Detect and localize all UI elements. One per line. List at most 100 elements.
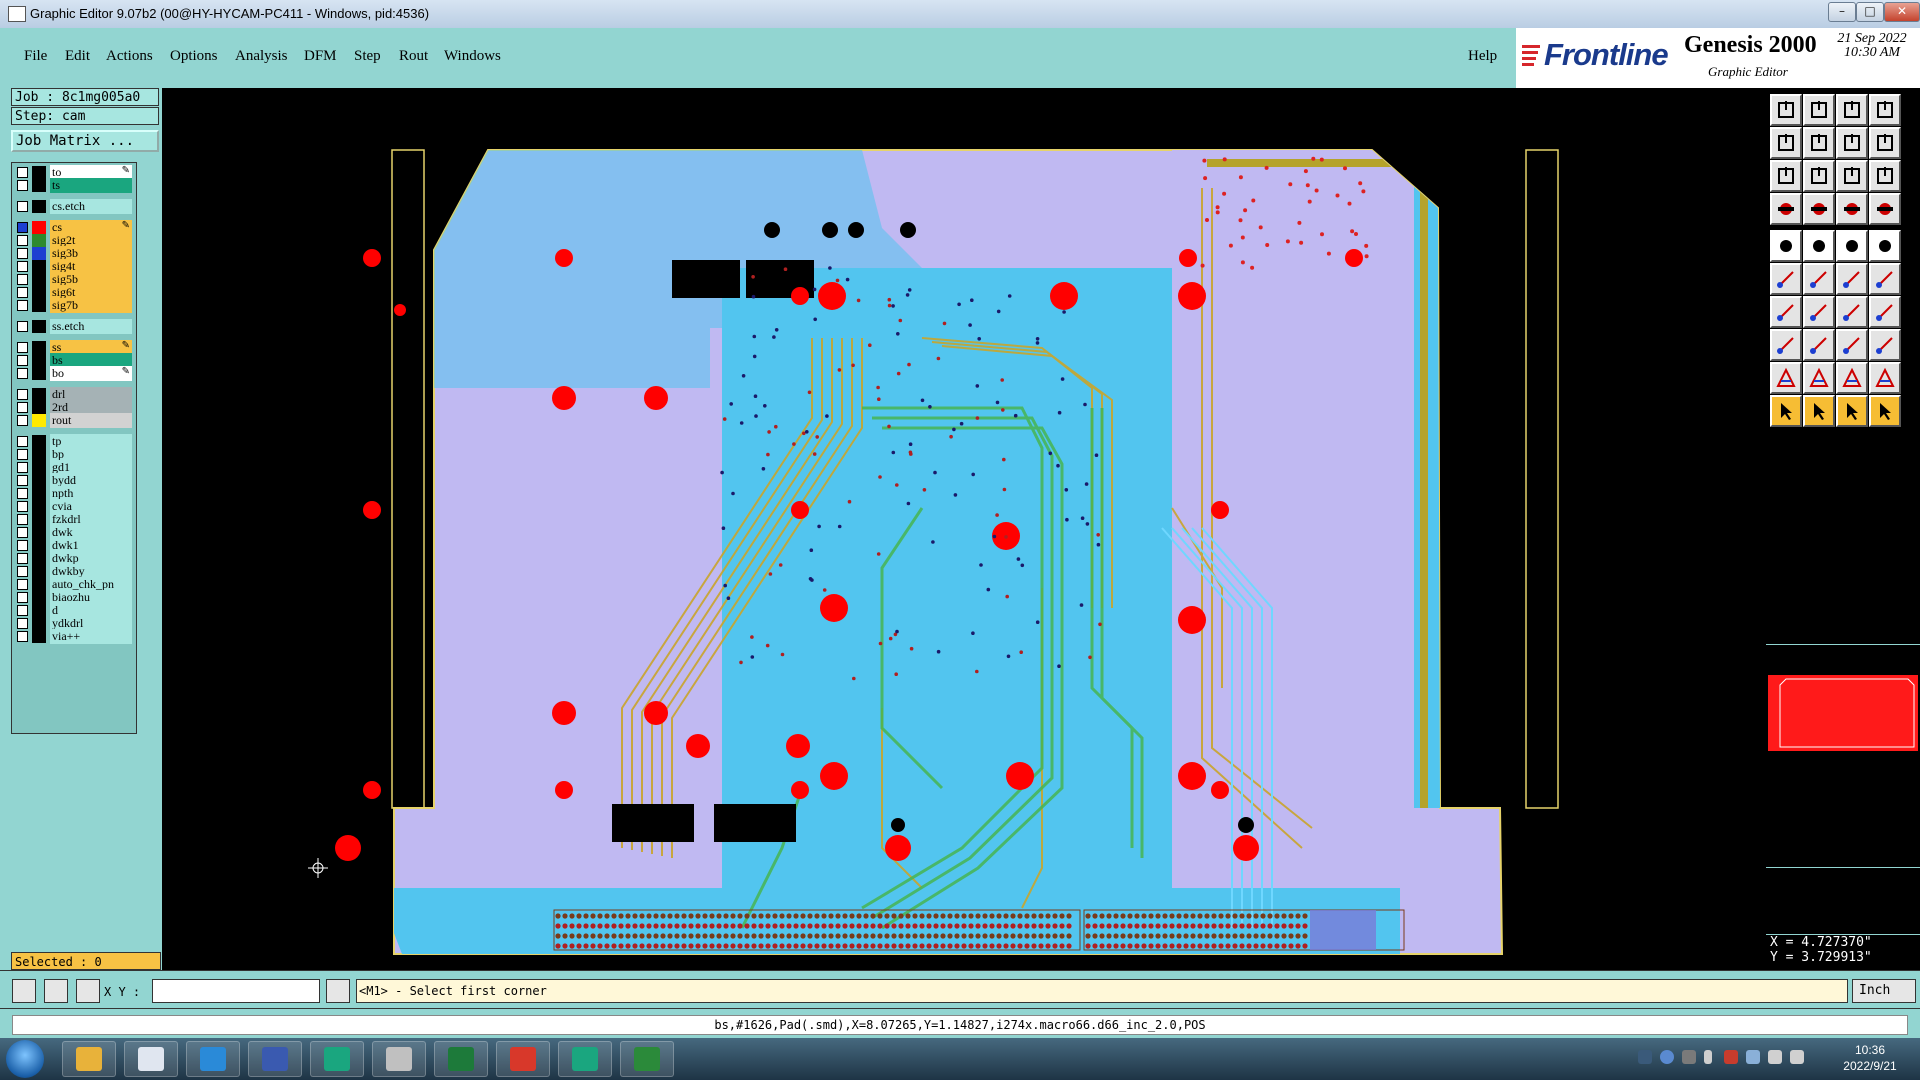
panel-icon[interactable]: [1869, 94, 1901, 126]
taskbar-genesis-eye-icon[interactable]: [310, 1041, 364, 1077]
input-mode-icon[interactable]: [326, 979, 350, 1003]
layer-checkbox[interactable]: [17, 222, 28, 233]
tray-expand-icon[interactable]: [1704, 1050, 1712, 1064]
layer-color-chip[interactable]: [32, 630, 46, 643]
menu-help[interactable]: Help: [1468, 48, 1497, 65]
line-tool-icon[interactable]: [1803, 329, 1835, 361]
layer-checkbox[interactable]: [17, 368, 28, 379]
zoom-in-icon[interactable]: [1803, 160, 1835, 192]
copy-icon[interactable]: [1770, 329, 1802, 361]
route-icon[interactable]: [1869, 263, 1901, 295]
tray-flag-icon[interactable]: [1746, 1050, 1760, 1064]
minimize-button[interactable]: –: [1828, 2, 1856, 22]
layer-checkbox[interactable]: [17, 527, 28, 538]
triangle-b-icon[interactable]: [1803, 362, 1835, 394]
close-button[interactable]: ✕: [1884, 2, 1920, 22]
layer-row-sig7b[interactable]: sig7b: [12, 298, 134, 313]
rect-icon[interactable]: [1803, 230, 1835, 262]
layer-checkbox[interactable]: [17, 248, 28, 259]
layer-checkbox[interactable]: [17, 321, 28, 332]
menu-file[interactable]: File: [24, 48, 47, 65]
pad-select-icon[interactable]: [1869, 193, 1901, 225]
menu-analysis[interactable]: Analysis: [235, 48, 288, 65]
tray-app-icon[interactable]: [1638, 1050, 1652, 1064]
layer-row-bo[interactable]: bo ✎: [12, 366, 134, 381]
taskbar-arrow-app-icon[interactable]: [186, 1041, 240, 1077]
zoom-fit-icon[interactable]: [1770, 160, 1802, 192]
measure-icon[interactable]: [1770, 193, 1802, 225]
tray-alert-icon[interactable]: [1724, 1050, 1738, 1064]
node-icon[interactable]: [1770, 263, 1802, 295]
cross-icon[interactable]: [1803, 263, 1835, 295]
select-arrow-4-icon[interactable]: [1869, 395, 1901, 427]
arc-icon[interactable]: [1836, 263, 1868, 295]
job-matrix-button[interactable]: Job Matrix ...: [11, 130, 159, 152]
select-red-icon[interactable]: [1836, 193, 1868, 225]
layer-checkbox[interactable]: [17, 436, 28, 447]
layer-checkbox[interactable]: [17, 488, 28, 499]
layer-checkbox[interactable]: [17, 274, 28, 285]
layer-checkbox[interactable]: [17, 287, 28, 298]
layer-checkbox[interactable]: [17, 167, 28, 178]
menu-dfm[interactable]: DFM: [304, 48, 337, 65]
layer-row-via--[interactable]: via++: [12, 629, 134, 644]
help-tray-icon[interactable]: [1660, 1050, 1674, 1064]
triangle-icon[interactable]: [1770, 362, 1802, 394]
start-button[interactable]: [6, 1040, 44, 1078]
text-f-icon[interactable]: [1869, 296, 1901, 328]
network-icon[interactable]: [1790, 1050, 1804, 1064]
overview-map[interactable]: [1766, 644, 1920, 868]
taskbar-genesis-eye2-icon[interactable]: [558, 1041, 612, 1077]
taskbar-green-p-icon[interactable]: [620, 1041, 674, 1077]
layer-row-cs-etch[interactable]: cs.etch: [12, 199, 134, 214]
select-arrow-icon[interactable]: [1770, 395, 1802, 427]
taskbar-shell-icon[interactable]: [62, 1041, 116, 1077]
layer-name[interactable]: bo ✎: [50, 366, 132, 381]
layer-name[interactable]: ss.etch: [50, 319, 132, 334]
triangle-d-icon[interactable]: [1869, 362, 1901, 394]
layer-name[interactable]: sig7b: [50, 298, 132, 313]
snap-icon[interactable]: [1869, 127, 1901, 159]
layer-row-ts[interactable]: ts: [12, 178, 134, 193]
curve-icon[interactable]: [1836, 296, 1868, 328]
grid-icon[interactable]: [76, 979, 100, 1003]
maximize-button[interactable]: □: [1856, 2, 1884, 22]
taskbar-excel-icon[interactable]: [434, 1041, 488, 1077]
layer-color-chip[interactable]: [32, 367, 46, 380]
menu-options[interactable]: Options: [170, 48, 218, 65]
measure-icon[interactable]: [44, 979, 68, 1003]
layer-color-chip[interactable]: [32, 200, 46, 213]
taskbar-notepad-icon[interactable]: [124, 1041, 178, 1077]
layer-name[interactable]: ts: [50, 178, 132, 193]
line-icon[interactable]: [1836, 230, 1868, 262]
taskbar-floppy-icon[interactable]: [248, 1041, 302, 1077]
round-pad-icon[interactable]: [1869, 230, 1901, 262]
volume-icon[interactable]: [1768, 1050, 1782, 1064]
layer-checkbox[interactable]: [17, 605, 28, 616]
layer-checkbox[interactable]: [17, 579, 28, 590]
layer-checkbox[interactable]: [17, 462, 28, 473]
layer-checkbox[interactable]: [17, 514, 28, 525]
layer-checkbox[interactable]: [17, 355, 28, 366]
layer-checkbox[interactable]: [17, 201, 28, 212]
menu-step[interactable]: Step: [354, 48, 381, 65]
triangle-c-icon[interactable]: [1836, 362, 1868, 394]
layer-checkbox[interactable]: [17, 300, 28, 311]
layer-checkbox[interactable]: [17, 402, 28, 413]
layer-checkbox[interactable]: [17, 631, 28, 642]
query-icon[interactable]: [1869, 160, 1901, 192]
layer-checkbox[interactable]: [17, 540, 28, 551]
layer-checkbox[interactable]: [17, 415, 28, 426]
select-arrow-3-icon[interactable]: [1836, 395, 1868, 427]
menu-rout[interactable]: Rout: [399, 48, 428, 65]
move-icon[interactable]: [1836, 127, 1868, 159]
layer-row-rout[interactable]: rout: [12, 413, 134, 428]
layer-checkbox[interactable]: [17, 553, 28, 564]
layer-name[interactable]: via++: [50, 629, 132, 644]
layer-checkbox[interactable]: [17, 592, 28, 603]
save-icon[interactable]: [1803, 94, 1835, 126]
layer-color-chip[interactable]: [32, 320, 46, 333]
layer-name[interactable]: cs.etch: [50, 199, 132, 214]
taskbar-cam-red-icon[interactable]: [496, 1041, 550, 1077]
layer-checkbox[interactable]: [17, 618, 28, 629]
